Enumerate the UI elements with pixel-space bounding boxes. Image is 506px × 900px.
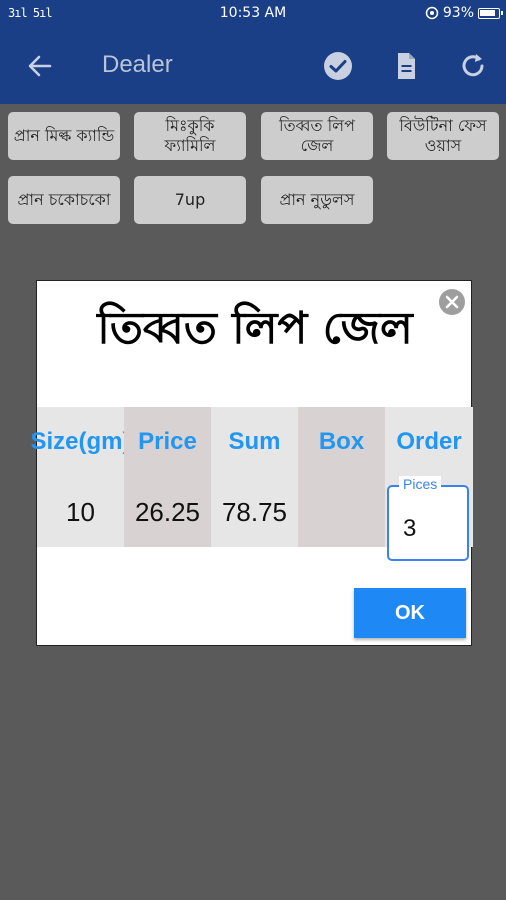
product-chip[interactable]: বিউটিনা ফেস ওয়াস (387, 112, 499, 160)
page-title: Dealer (102, 51, 173, 78)
product-chip[interactable]: প্রান নুডুলস (261, 176, 373, 224)
status-bar: 3ıl 5ıl 10:53 AM 93% (0, 0, 506, 28)
back-arrow-icon[interactable] (26, 52, 54, 80)
refresh-icon[interactable] (457, 50, 489, 82)
order-header: Order (396, 428, 462, 455)
pieces-input[interactable]: Pices 3 (387, 476, 469, 561)
product-chip[interactable]: তিব্বত লিপ জেল (261, 112, 373, 160)
product-chip[interactable]: মিঃকুকি ফ্যামিলি (134, 112, 246, 160)
size-header: Size(gm) (30, 428, 131, 455)
price-value: 26.25 (134, 496, 201, 527)
dialog-title: তিব্বত লিপ জেল (97, 303, 413, 354)
battery-indicator: 93% (425, 5, 503, 21)
ok-button[interactable]: OK (354, 588, 466, 638)
product-chip[interactable]: 7up (134, 176, 246, 224)
app-bar: Dealer (0, 28, 506, 104)
sum-header: Sum (228, 428, 281, 455)
sum-value: 78.75 (221, 496, 288, 527)
battery-percent: 93% (442, 5, 474, 21)
location-icon (425, 6, 439, 20)
battery-icon (478, 7, 503, 19)
product-chip[interactable]: প্রান মিল্ক ক্যান্ডি (8, 112, 120, 160)
price-header: Price (138, 428, 197, 455)
pieces-input-label: Pices (399, 476, 442, 492)
price-column: Price 26.25 (124, 407, 211, 547)
product-chip[interactable]: প্রান চকোচকো (8, 176, 120, 224)
product-order-dialog: তিব্বত লিপ জেল Size(gm) 10 Price 26.25 S… (30, 280, 473, 646)
document-icon[interactable] (390, 50, 422, 82)
pieces-input-value: 3 (403, 515, 417, 542)
box-header: Box (318, 428, 365, 455)
size-column: Size(gm) 10 (30, 407, 131, 547)
box-column: Box (298, 407, 385, 547)
sum-column: Sum 78.75 (211, 407, 298, 547)
size-value: 10 (66, 496, 95, 527)
box-value (298, 477, 385, 547)
check-circle-icon[interactable] (322, 50, 354, 82)
